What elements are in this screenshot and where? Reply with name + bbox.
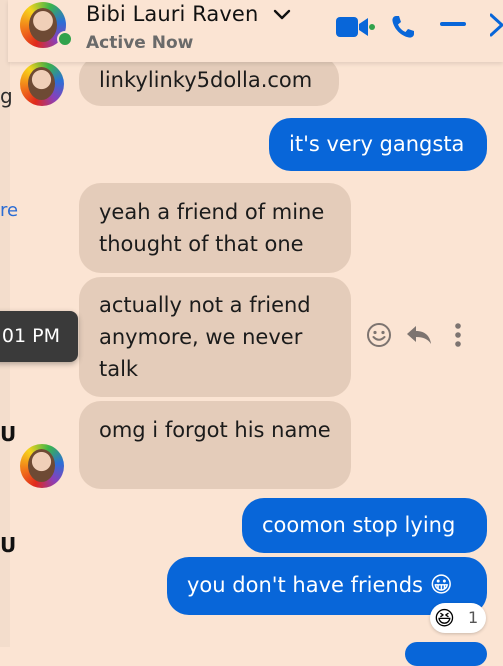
message-text: omg i forgot his name (99, 418, 331, 442)
message-text: linkylinky5dolla.com (99, 68, 313, 92)
more-icon[interactable] (453, 322, 463, 348)
background-text-fragment: g (0, 84, 13, 108)
message-sent[interactable]: coomon stop lying (242, 498, 487, 553)
online-status-dot (57, 31, 73, 47)
emoji-react-icon[interactable] (366, 322, 392, 348)
active-status: Active Now (86, 33, 194, 53)
emoji: 😀 (429, 573, 453, 598)
reaction-emoji: 😆 (434, 606, 455, 630)
reply-icon[interactable] (405, 322, 433, 348)
message-sent-partial[interactable] (405, 642, 487, 666)
minimize-icon[interactable] (440, 22, 466, 28)
reaction-badge[interactable]: 😆 1 (430, 603, 486, 633)
background-text-fragment: U (0, 533, 17, 557)
contact-name[interactable]: Bibi Lauri Raven (86, 2, 258, 26)
message-text: it's very gangsta (289, 132, 465, 156)
contact-avatar[interactable] (20, 444, 64, 488)
phone-icon[interactable] (390, 14, 416, 40)
message-text: you don't have friends (187, 573, 423, 597)
background-text-fragment: U (0, 422, 17, 446)
chat-header: Bibi Lauri Raven Active Now (8, 0, 503, 62)
chevron-down-icon[interactable] (272, 6, 292, 24)
close-icon[interactable] (490, 12, 503, 38)
message-text: actually not a friend anymore, we never … (99, 293, 311, 381)
message-sent[interactable]: it's very gangsta (269, 118, 487, 171)
message-received[interactable]: actually not a friend anymore, we never … (79, 277, 351, 397)
message-received[interactable]: linkylinky5dolla.com (79, 56, 339, 106)
message-text: yeah a friend of mine thought of that on… (99, 200, 325, 256)
contact-avatar[interactable] (20, 62, 64, 106)
timestamp-tooltip: 01 PM (0, 311, 78, 362)
reaction-count: 1 (468, 608, 479, 627)
message-text: coomon stop lying (262, 513, 456, 537)
message-received[interactable]: yeah a friend of mine thought of that on… (79, 183, 351, 273)
video-call-icon[interactable] (335, 14, 377, 40)
background-link-fragment: re (0, 200, 19, 221)
message-received[interactable]: omg i forgot his name (79, 401, 351, 489)
